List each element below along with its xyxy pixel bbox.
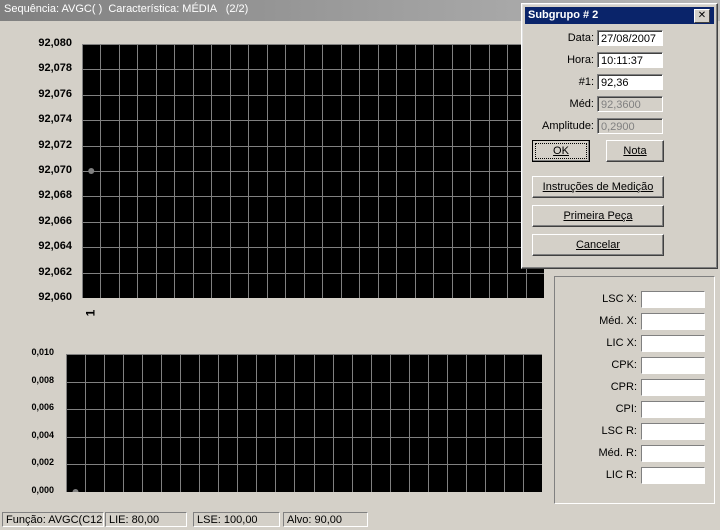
range-plot	[66, 354, 542, 492]
media-field: 92,3600	[597, 96, 663, 112]
hora-label: Hora:	[567, 54, 594, 66]
status-funcao: Função: AVGC(C120)	[2, 512, 104, 527]
dialog-title-bar[interactable]: Subgrupo # 2 ✕	[525, 7, 714, 24]
y-tick-label: 92,066	[38, 214, 72, 227]
y-tick-label: 92,070	[38, 164, 72, 176]
stat-label: LSC R:	[601, 425, 637, 437]
stat-value-field	[641, 423, 705, 440]
dialog-close-icon[interactable]: ✕	[694, 9, 710, 23]
amplitude-field: 0,2900	[597, 118, 663, 134]
plot-background	[66, 354, 542, 492]
y-tick-label: 92,068	[38, 189, 72, 202]
y-tick-label: 92,074	[38, 113, 72, 126]
cancelar-button[interactable]: Cancelar	[532, 234, 664, 256]
status-lie: LIE: 80,00	[105, 512, 187, 527]
y-tick-label: 92,072	[38, 138, 72, 151]
y-tick-label: 92,076	[38, 87, 72, 100]
amplitude-label: Amplitude:	[542, 120, 594, 132]
stat-value-field	[641, 379, 705, 396]
stat-value-field	[641, 357, 705, 374]
nota-button[interactable]: Nota	[606, 140, 664, 162]
y-tick-label: 0,004	[31, 429, 54, 440]
ok-button[interactable]: OK	[532, 140, 590, 162]
stat-value-field	[641, 313, 705, 330]
y-tick-label: 0,006	[31, 402, 54, 413]
y-tick-label: 92,064	[38, 240, 72, 253]
xbar-chart: 92,080 92,078 92,076 92,074 92,072 92,070 92,0…	[0, 36, 550, 326]
stat-value-field	[641, 445, 705, 462]
y-tick-label: 0,000	[31, 485, 54, 495]
y-tick-label: 92,078	[38, 62, 72, 75]
y-tick-label: 92,080	[38, 37, 72, 49]
stat-label: CPK:	[611, 359, 637, 371]
stat-label: LIC R:	[605, 469, 637, 481]
window-title: Sequência: AVGC( ) Característica: MÉDIA…	[4, 3, 249, 15]
y-tick-label: 0,010	[31, 347, 54, 357]
medicao-1-field[interactable]: 92,36	[597, 74, 663, 90]
status-alvo: Alvo: 90,00	[283, 512, 368, 527]
stat-label: LIC X:	[606, 337, 637, 349]
data-label: Data:	[567, 32, 594, 44]
status-lse: LSE: 100,00	[193, 512, 280, 527]
data-point	[88, 168, 95, 174]
subgroup-dialog: Subgrupo # 2 ✕ Data: 27/08/2007 Hora: 10…	[521, 3, 718, 269]
y-tick-label: 0,008	[31, 374, 54, 385]
stat-label: LSC X:	[602, 293, 637, 305]
range-chart: 0,010 0,008 0,006 0,004 0,002 0,000	[0, 347, 550, 498]
y-tick-label: 92,060	[38, 291, 72, 303]
media-label: Méd:	[569, 98, 594, 110]
stat-label: Méd. X:	[599, 315, 637, 327]
y-tick-label: 92,062	[38, 265, 72, 278]
x-tick-label: 1	[83, 309, 98, 317]
stat-value-field	[641, 467, 705, 484]
stat-value-field	[641, 335, 705, 352]
medicao-1-label: #1:	[578, 76, 594, 88]
dialog-title: Subgrupo # 2	[528, 9, 599, 21]
xbar-plot	[82, 44, 544, 298]
y-tick-label: 0,002	[31, 457, 54, 468]
data-field[interactable]: 27/08/2007	[597, 30, 663, 46]
stat-label: CPI:	[615, 403, 637, 415]
stat-value-field	[641, 291, 705, 308]
hora-field[interactable]: 10:11:37	[597, 52, 663, 68]
stat-label: CPR:	[610, 381, 637, 393]
stat-value-field	[641, 401, 705, 418]
primeira-peca-button[interactable]: Primeira Peça	[532, 205, 664, 227]
instrucoes-medicao-button[interactable]: Instruções de Medição	[532, 176, 664, 198]
statistics-panel: LSC X: Méd. X: LIC X: CPK: CPR: CPI: LSC R: Méd…	[554, 276, 715, 504]
stat-label: Méd. R:	[598, 447, 637, 459]
